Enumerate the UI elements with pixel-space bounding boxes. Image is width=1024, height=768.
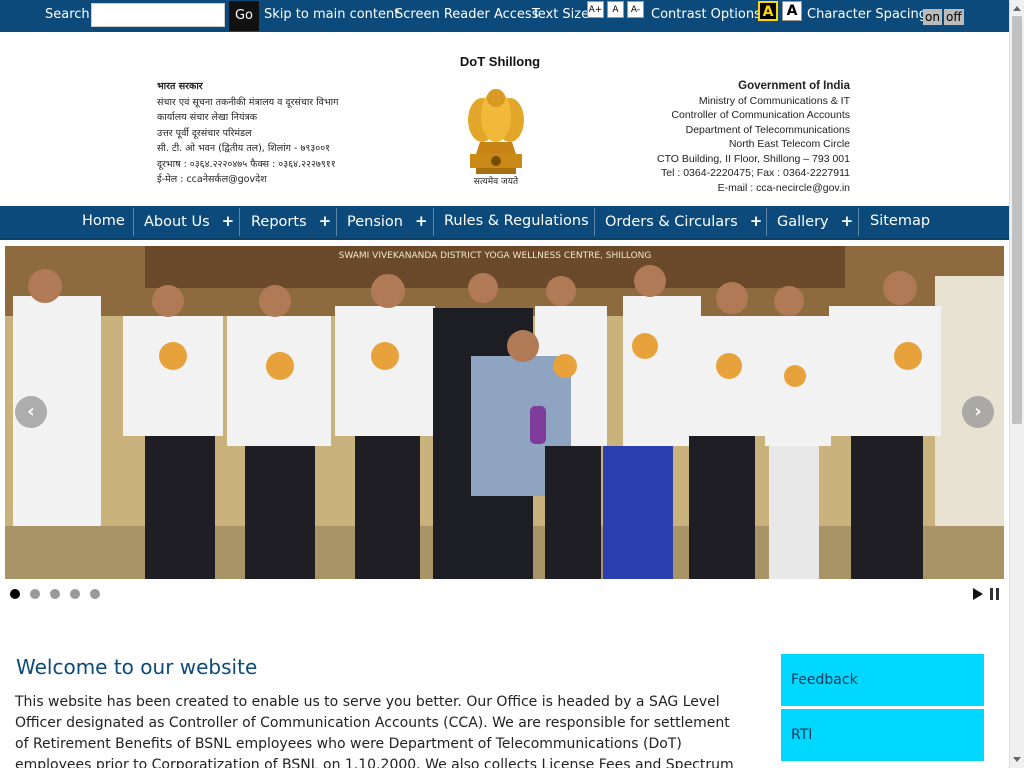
hindi-line: भारत सरकार	[157, 81, 203, 92]
search-input[interactable]	[91, 3, 225, 27]
welcome-title: Welcome to our website	[16, 655, 258, 679]
main-nav: Home About Us + Reports + Pension + Rules &…	[0, 206, 1009, 240]
hindi-line: उत्तर पूर्वी दूरसंचार परिमंडल	[157, 127, 252, 139]
hindi-line: कार्यालय संचार लेखा नियंत्रक	[157, 112, 257, 123]
skip-to-main-link[interactable]: Skip to main content	[264, 7, 399, 22]
accessibility-bar: Search Go Skip to main content Screen Re…	[0, 0, 1009, 32]
site-name: DoT Shillong	[459, 54, 541, 69]
scroll-up-icon[interactable]	[1013, 6, 1021, 11]
nav-item-label: About Us	[144, 214, 210, 230]
text-size-label: Text Size	[532, 7, 590, 22]
high-contrast-button[interactable]: A	[758, 1, 778, 21]
nav-item-orders-circulars[interactable]: Orders & Circulars +	[605, 206, 762, 238]
english-address-block: Government of India Ministry of Communic…	[657, 79, 850, 195]
nav-item-rules-regulations[interactable]: Rules & Regulations	[444, 206, 589, 238]
slider-prev-button[interactable]: ‹	[15, 396, 47, 428]
play-icon[interactable]	[973, 588, 983, 600]
slider-dot[interactable]	[90, 589, 100, 599]
nav-item-sitemap[interactable]: Sitemap	[870, 206, 930, 238]
scrollbar-thumb[interactable]	[1012, 16, 1022, 424]
page: Search Go Skip to main content Screen Re…	[0, 0, 1024, 768]
nav-item-label: Sitemap	[870, 213, 931, 229]
pause-icon[interactable]	[990, 588, 999, 600]
nav-item-label: Rules & Regulations	[444, 213, 589, 229]
hindi-line: संचार एवं सूचना तकनीकी मंत्रालय व दूरसंच…	[157, 96, 339, 108]
nav-divider	[239, 208, 240, 236]
english-line: E-mail : cca-necircle@gov.in	[717, 181, 850, 194]
nav-item-about-us[interactable]: About Us +	[144, 206, 234, 238]
slider-next-button[interactable]: ›	[962, 396, 994, 428]
nav-divider	[766, 208, 767, 236]
scroll-down-icon[interactable]	[1013, 757, 1021, 762]
rti-button[interactable]: RTI	[781, 709, 984, 761]
spacing-on-button[interactable]: on	[923, 9, 942, 25]
slide-banner-text: SWAMI VIVEKANANDA DISTRICT YOGA WELLNESS…	[339, 251, 652, 261]
text-decrease-button[interactable]: A-	[627, 1, 644, 18]
search-label: Search	[45, 7, 90, 22]
expand-plus-icon[interactable]: +	[750, 212, 763, 230]
welcome-text: This website has been created to enable …	[15, 694, 734, 768]
page-scrollbar[interactable]	[1009, 0, 1024, 768]
hindi-line: दूरभाष : ०३६४.२२२०४७५ फैक्स : ०३६४.२२२७९…	[157, 158, 336, 170]
text-increase-button[interactable]: A+	[587, 1, 604, 18]
nav-item-pension[interactable]: Pension +	[347, 206, 428, 238]
nav-divider	[336, 208, 337, 236]
nav-item-home[interactable]: Home	[82, 206, 125, 238]
site-header: DoT Shillong भारत सरकार संचार एवं सूचना …	[0, 32, 1009, 206]
nav-divider	[858, 208, 859, 236]
nav-item-label: Home	[82, 213, 125, 229]
slider-dot[interactable]	[70, 589, 80, 599]
contrast-label: Contrast Options	[651, 7, 761, 22]
nav-divider	[594, 208, 595, 236]
expand-plus-icon[interactable]: +	[319, 212, 332, 230]
nav-item-label: Pension	[347, 214, 403, 230]
english-line: CTO Building, II Floor, Shillong – 793 0…	[656, 152, 850, 165]
nav-divider	[133, 208, 134, 236]
expand-plus-icon[interactable]: +	[841, 212, 854, 230]
english-line: North East Telecom Circle	[728, 138, 850, 150]
english-line: Controller of Communication Accounts	[671, 109, 850, 121]
nav-item-reports[interactable]: Reports +	[251, 206, 331, 238]
hindi-line: सी. टी. ओ भवन (द्वितीय तल), शिलांग - ७९३…	[157, 143, 331, 154]
english-line: Tel : 0364-2220475; Fax : 0364-2227911	[661, 167, 850, 179]
english-line: Department of Telecommunications	[685, 123, 850, 136]
slider-dot[interactable]	[50, 589, 60, 599]
normal-contrast-button[interactable]: A	[782, 1, 802, 21]
nav-item-label: Orders & Circulars	[605, 214, 738, 230]
text-normal-button[interactable]: A	[607, 1, 624, 18]
slide-photo: SWAMI VIVEKANANDA DISTRICT YOGA WELLNESS…	[5, 246, 1004, 579]
expand-plus-icon[interactable]: +	[415, 212, 428, 230]
hindi-line: ई-मेल : ccaनेसर्कल@govदेश	[157, 174, 267, 185]
screen-reader-link[interactable]: Screen Reader Access	[395, 7, 538, 22]
image-slider[interactable]: SWAMI VIVEKANANDA DISTRICT YOGA WELLNESS…	[5, 246, 1004, 579]
nav-divider	[433, 208, 434, 236]
slider-dot[interactable]	[10, 589, 20, 599]
nav-item-label: Gallery	[777, 214, 829, 230]
emblem-motto: सत्यमेव जयते	[473, 177, 519, 187]
expand-plus-icon[interactable]: +	[222, 212, 235, 230]
slider-dot[interactable]	[30, 589, 40, 599]
nav-item-label: Reports	[251, 214, 307, 230]
feedback-button[interactable]: Feedback	[781, 654, 984, 706]
nav-item-gallery[interactable]: Gallery +	[777, 206, 853, 238]
national-emblem-icon	[468, 89, 524, 174]
english-line: Ministry of Communications & IT	[698, 94, 850, 107]
hindi-address-block: भारत सरकार संचार एवं सूचना तकनीकी मंत्रा…	[157, 79, 338, 188]
char-spacing-label: Character Spacing	[807, 7, 928, 22]
spacing-off-button[interactable]: off	[944, 9, 964, 25]
english-line: Government of India	[738, 80, 850, 92]
search-go-button[interactable]: Go	[229, 1, 259, 31]
